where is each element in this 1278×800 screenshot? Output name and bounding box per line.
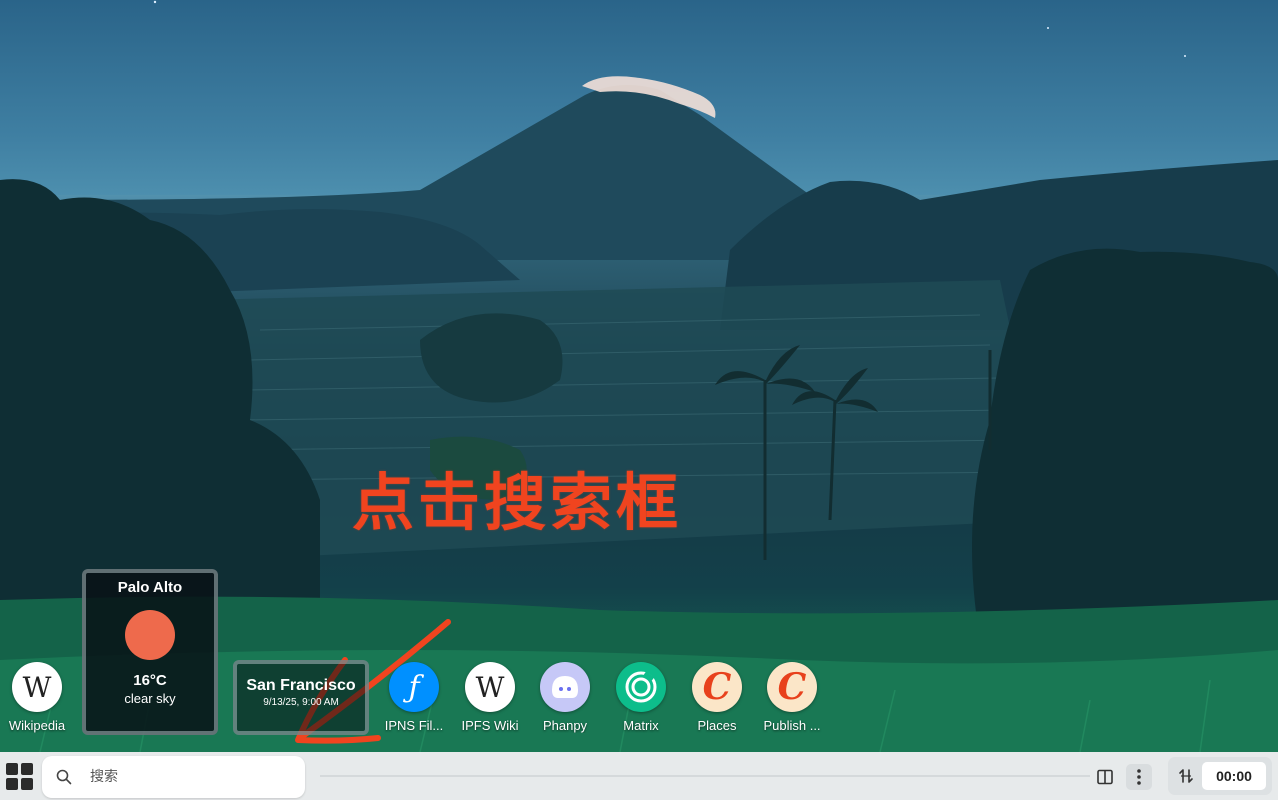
shortcut-phanpy[interactable]: Phanpy xyxy=(528,662,602,733)
start-menu-button[interactable] xyxy=(6,763,33,790)
shortcut-publish[interactable]: C Publish ... xyxy=(755,662,829,733)
grid-icon xyxy=(21,778,33,790)
grid-icon xyxy=(6,763,18,775)
taskbar-clock[interactable]: 00:00 xyxy=(1202,762,1266,790)
taskbar-divider xyxy=(320,775,1090,777)
shortcut-label: Matrix xyxy=(623,718,659,733)
annotation-label: 点击搜索框 xyxy=(352,466,683,539)
phanpy-icon xyxy=(540,662,590,712)
shortcut-label: IPNS Fil... xyxy=(384,718,444,733)
shortcut-label: Places xyxy=(697,718,737,733)
more-options-button[interactable] xyxy=(1126,764,1152,790)
shortcut-label: Wikipedia xyxy=(8,718,66,733)
clock-city: San Francisco xyxy=(246,677,356,694)
wikipedia-icon: W xyxy=(12,662,62,712)
network-icon[interactable] xyxy=(1177,767,1195,785)
split-view-button[interactable] xyxy=(1092,764,1118,790)
matrix-icon xyxy=(616,662,666,712)
grid-icon xyxy=(21,763,33,775)
shortcut-ipns-fil[interactable]: ƒ IPNS Fil... xyxy=(377,662,451,733)
system-tray: 00:00 xyxy=(1168,757,1272,795)
taskbar: 00:00 xyxy=(0,752,1278,800)
filecoin-icon: ƒ xyxy=(389,662,439,712)
weather-temperature: 16°C xyxy=(133,672,167,689)
search-input[interactable] xyxy=(90,764,290,790)
taskbar-search-box[interactable] xyxy=(42,756,305,798)
shortcut-matrix[interactable]: Matrix xyxy=(604,662,678,733)
clock-widget[interactable]: San Francisco 9/13/25, 9:00 AM xyxy=(233,660,369,735)
clock-datetime: 9/13/25, 9:00 AM xyxy=(263,697,339,708)
wikipedia-icon: W xyxy=(465,662,515,712)
weather-city: Palo Alto xyxy=(117,579,183,596)
shortcut-label: Phanpy xyxy=(542,718,588,733)
shortcut-label: IPFS Wiki xyxy=(461,718,519,733)
shortcut-label: Publish ... xyxy=(763,718,821,733)
sun-icon xyxy=(125,610,175,660)
shortcut-wikipedia[interactable]: W Wikipedia xyxy=(0,662,74,733)
shortcut-places[interactable]: C Places xyxy=(680,662,754,733)
more-vertical-icon xyxy=(1137,769,1141,785)
weather-description: clear sky xyxy=(124,691,176,706)
c-letter-icon: C xyxy=(692,662,742,712)
split-view-icon xyxy=(1097,769,1113,785)
grid-icon xyxy=(6,778,18,790)
shortcut-ipfs-wiki[interactable]: W IPFS Wiki xyxy=(453,662,527,733)
weather-widget[interactable]: Palo Alto 16°C clear sky xyxy=(82,569,218,735)
c-letter-icon: C xyxy=(767,662,817,712)
search-icon xyxy=(56,769,72,785)
